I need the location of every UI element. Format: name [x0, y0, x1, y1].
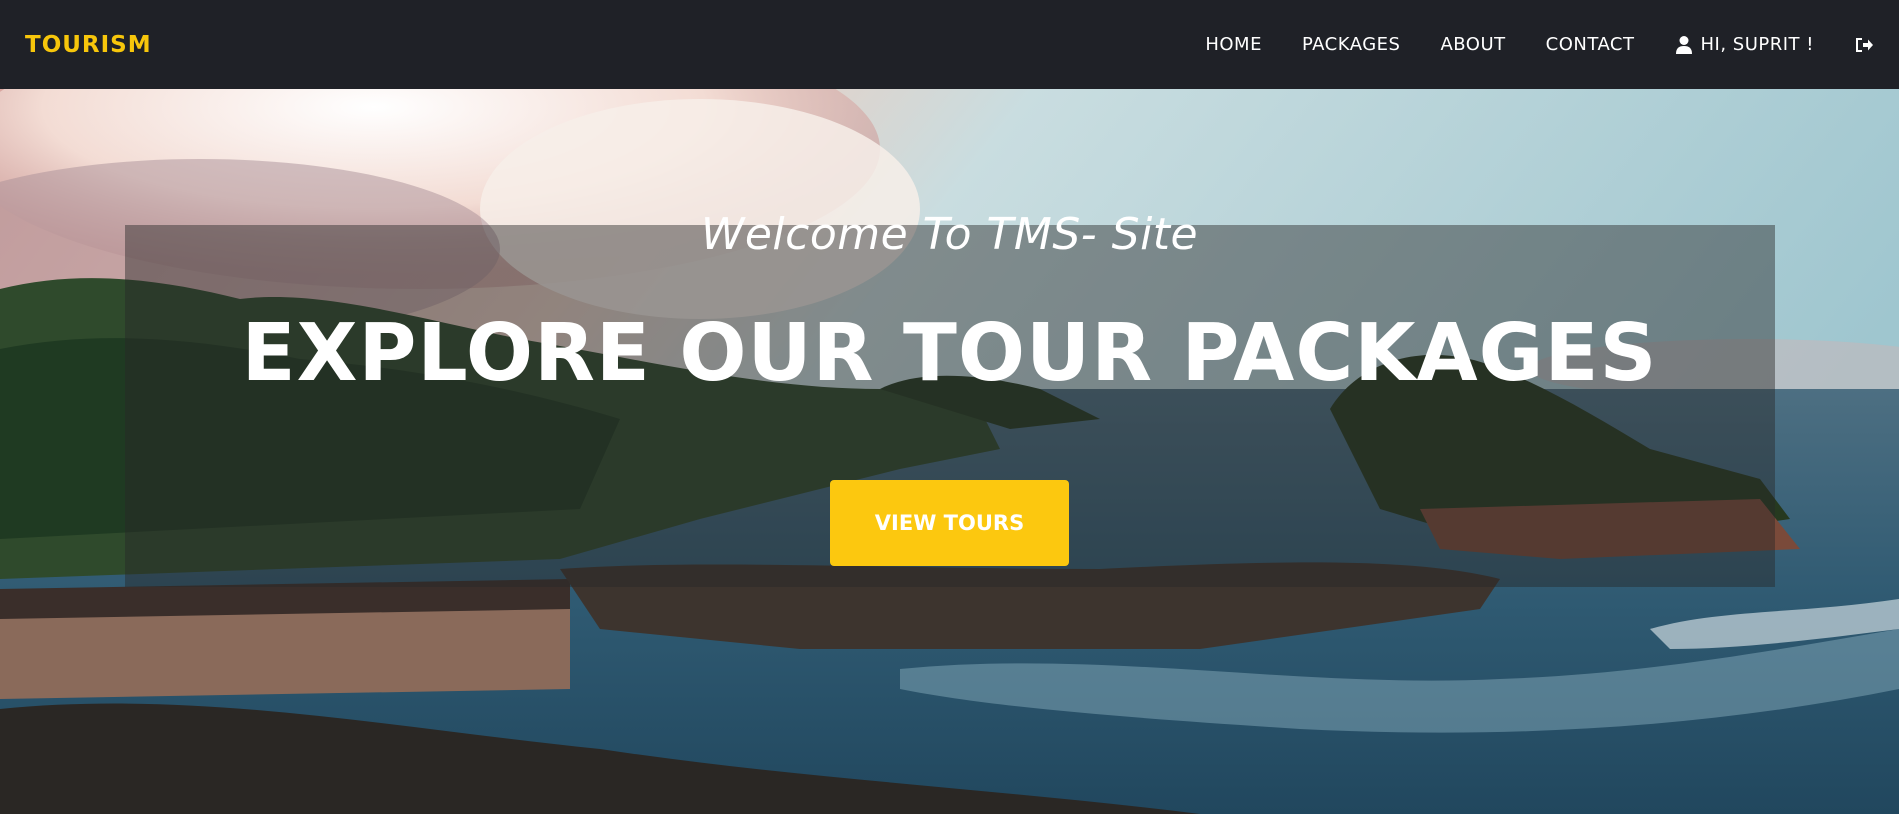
hero-headline: EXPLORE OUR TOUR PACKAGES	[241, 307, 1658, 399]
user-greeting-label: HI, SUPRIT !	[1700, 34, 1814, 55]
nav-about-link[interactable]: ABOUT	[1440, 34, 1505, 55]
top-navbar: TOURISM HOME PACKAGES ABOUT CONTACT HI, …	[0, 0, 1899, 89]
hero-banner: Welcome To TMS- Site EXPLORE OUR TOUR PA…	[0, 89, 1899, 814]
user-greeting-link[interactable]: HI, SUPRIT !	[1675, 34, 1815, 55]
nav-packages-link[interactable]: PACKAGES	[1302, 34, 1401, 55]
sign-out-icon	[1854, 36, 1874, 54]
nav-home-link[interactable]: HOME	[1205, 34, 1262, 55]
user-icon	[1675, 35, 1693, 55]
view-tours-button[interactable]: VIEW TOURS	[830, 480, 1069, 566]
brand-logo-link[interactable]: TOURISM	[25, 32, 152, 58]
nav-contact-link[interactable]: CONTACT	[1546, 34, 1635, 55]
nav-links: HOME PACKAGES ABOUT CONTACT HI, SUPRIT !	[1205, 0, 1874, 89]
hero-welcome-text: Welcome To TMS- Site	[700, 209, 1199, 260]
logout-button[interactable]	[1854, 36, 1874, 54]
